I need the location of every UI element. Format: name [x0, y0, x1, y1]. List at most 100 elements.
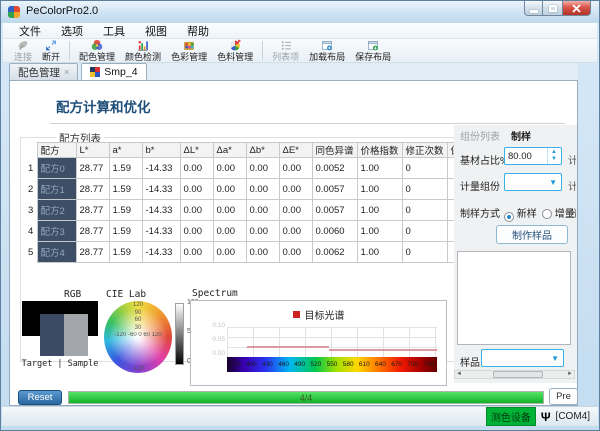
column-header[interactable]: Δa* — [213, 143, 246, 158]
horizontal-scrollbar[interactable]: ◄ ► — [454, 370, 575, 379]
base-ratio-spinner[interactable]: 80.00 ▲ ▼ — [504, 147, 562, 165]
app-logo-icon — [8, 6, 20, 18]
make-sample-button[interactable]: 制作样品 — [496, 225, 568, 244]
spectrum-chart: 目标光谱 0.10 0.05 0.00 370 400 430 460 490 … — [190, 300, 447, 386]
clipped-label: 计 — [568, 178, 576, 193]
column-header[interactable]: ΔE* — [279, 143, 312, 158]
menu-item-tools[interactable]: 工具 — [93, 23, 135, 39]
table-header-row: 配方 L* a* b* ΔL* Δa* Δb* ΔE* 同色异谱 价格指数 修正… — [26, 143, 473, 158]
table-row[interactable]: 4 配方3 28.77 1.59 -14.33 0.00 0.00 0.00 0… — [26, 221, 473, 242]
column-header[interactable]: a* — [109, 143, 142, 158]
pre-button[interactable]: Pre — [549, 388, 578, 405]
tab-smp4[interactable]: Smp_4 — [81, 63, 146, 80]
component-listbox[interactable] — [457, 251, 571, 345]
cell-recipe-name[interactable]: 配方1 — [37, 179, 76, 200]
x-tick: 550 — [324, 361, 340, 368]
cielab-color-wheel: 120 90 60 30 -120 -60 0 60 120 -120 — [104, 301, 172, 373]
metering-label: 计量组份 — [460, 178, 500, 193]
toolbar-button-color-detect[interactable]: 颜色检测 — [120, 39, 166, 62]
radio-on-icon — [504, 212, 514, 222]
progress-text: 4/4 — [300, 393, 313, 403]
sample-label: 样品 — [460, 354, 480, 369]
cell-recipe-name[interactable]: 配方0 — [37, 158, 76, 179]
column-header[interactable]: 修正次数 — [402, 143, 447, 158]
x-tick: 670 — [389, 361, 405, 368]
spectrum-panel-label: Spectrum — [192, 288, 238, 299]
column-header[interactable]: ΔL* — [180, 143, 213, 158]
column-header[interactable]: 同色异谱 — [312, 143, 357, 158]
minimize-button[interactable] — [524, 1, 543, 16]
toolbar-separator — [69, 41, 70, 60]
spinner-down-icon[interactable]: ▼ — [551, 156, 557, 163]
panel-tab-make-sample[interactable]: 制样 — [511, 128, 531, 143]
target-spectrum-line — [247, 346, 329, 348]
y-tick: 0.00 — [201, 350, 225, 357]
rgb-caption: Target | Sample — [16, 359, 104, 369]
x-tick: 370 — [227, 361, 243, 368]
progress-bar: 4/4 — [68, 391, 544, 404]
toolbar-separator — [262, 41, 263, 60]
tab-color-matching[interactable]: 配色管理 × — [9, 63, 78, 80]
list-icon — [279, 39, 293, 52]
color-grid-icon — [182, 39, 196, 52]
dropdown-arrow-icon: ▼ — [551, 354, 559, 363]
legend-label: 目标光谱 — [305, 307, 345, 322]
scroll-left-icon[interactable]: ◄ — [456, 371, 462, 377]
save-layout-icon — [366, 39, 380, 52]
x-tick: 430 — [259, 361, 275, 368]
target-color-swatch — [40, 314, 64, 356]
cell-recipe-name[interactable]: 配方2 — [37, 200, 76, 221]
cell-recipe-name[interactable]: 配方4 — [37, 242, 76, 263]
table-row[interactable]: 3 配方2 28.77 1.59 -14.33 0.00 0.00 0.00 0… — [26, 200, 473, 221]
statusbar: 测色设备 Ψ [COM4] — [2, 406, 598, 426]
spinner-up-icon[interactable]: ▲ — [551, 149, 557, 156]
close-button[interactable] — [562, 1, 591, 16]
metering-dropdown[interactable]: ▼ — [504, 173, 562, 191]
table-row[interactable]: 2 配方1 28.77 1.59 -14.33 0.00 0.00 0.00 0… — [26, 179, 473, 200]
column-header[interactable]: 价格指数 — [357, 143, 402, 158]
recipe-table: 配方 L* a* b* ΔL* Δa* Δb* ΔE* 同色异谱 价格指数 修正… — [26, 142, 474, 263]
menu-item-file[interactable]: 文件 — [9, 23, 51, 39]
toolbar-button-colorant-manage[interactable]: 色料管理 — [212, 39, 258, 62]
dropdown-arrow-icon: ▼ — [549, 178, 557, 187]
column-header[interactable]: b* — [142, 143, 180, 158]
spectrum-legend: 目标光谱 — [191, 307, 446, 322]
cell-recipe-name[interactable]: 配方3 — [37, 221, 76, 242]
menu-item-view[interactable]: 视图 — [135, 23, 177, 39]
column-header[interactable]: Δb* — [246, 143, 279, 158]
toolbar-button-color-manage[interactable]: 色彩管理 — [166, 39, 212, 62]
reset-button[interactable]: Reset — [18, 390, 62, 405]
column-header[interactable]: L* — [76, 143, 109, 158]
scroll-thumb[interactable] — [493, 371, 543, 378]
maximize-button[interactable] — [543, 1, 562, 16]
radio-off-icon — [542, 209, 552, 219]
toolbar: 连接 断开 配色管理 — [3, 39, 597, 63]
rgb-panel-label: RGB — [64, 289, 81, 300]
x-tick: 460 — [275, 361, 291, 368]
toolbar-button-list-items[interactable]: 列表项 — [267, 39, 304, 62]
y-tick: 0.05 — [201, 336, 225, 343]
close-icon — [572, 4, 581, 13]
toolbar-button-save-layout[interactable]: 保存布局 — [350, 39, 396, 62]
toolbar-button-load-layout[interactable]: 加载布局 — [304, 39, 350, 62]
scroll-right-icon[interactable]: ► — [567, 371, 573, 377]
com-port-label: [COM4] — [556, 411, 590, 422]
clipped-label: 计 — [568, 152, 576, 167]
radio-new-sample[interactable]: 新样 — [504, 205, 537, 222]
maximize-icon — [549, 5, 557, 12]
toolbar-button-color-matching[interactable]: 配色管理 — [74, 39, 120, 62]
page-title: 配方计算和优化 — [56, 96, 151, 116]
toolbar-button-disconnect[interactable]: 断开 — [37, 39, 65, 62]
x-tick: 730 — [421, 361, 437, 368]
menu-item-options[interactable]: 选项 — [51, 23, 93, 39]
sample-color-swatch — [64, 314, 88, 356]
tab-close-icon[interactable]: × — [64, 67, 69, 77]
menu-item-help[interactable]: 帮助 — [177, 23, 219, 39]
toolbar-button-connect[interactable]: 连接 — [9, 39, 37, 62]
x-tick: 400 — [243, 361, 259, 368]
panel-tab-components[interactable]: 组份列表 — [460, 128, 500, 143]
table-row[interactable]: 5 配方4 28.77 1.59 -14.33 0.00 0.00 0.00 0… — [26, 242, 473, 263]
column-header[interactable]: 配方 — [37, 143, 76, 158]
table-row[interactable]: 1 配方0 28.77 1.59 -14.33 0.00 0.00 0.00 0… — [26, 158, 473, 179]
sample-dropdown[interactable]: ▼ — [481, 349, 564, 367]
